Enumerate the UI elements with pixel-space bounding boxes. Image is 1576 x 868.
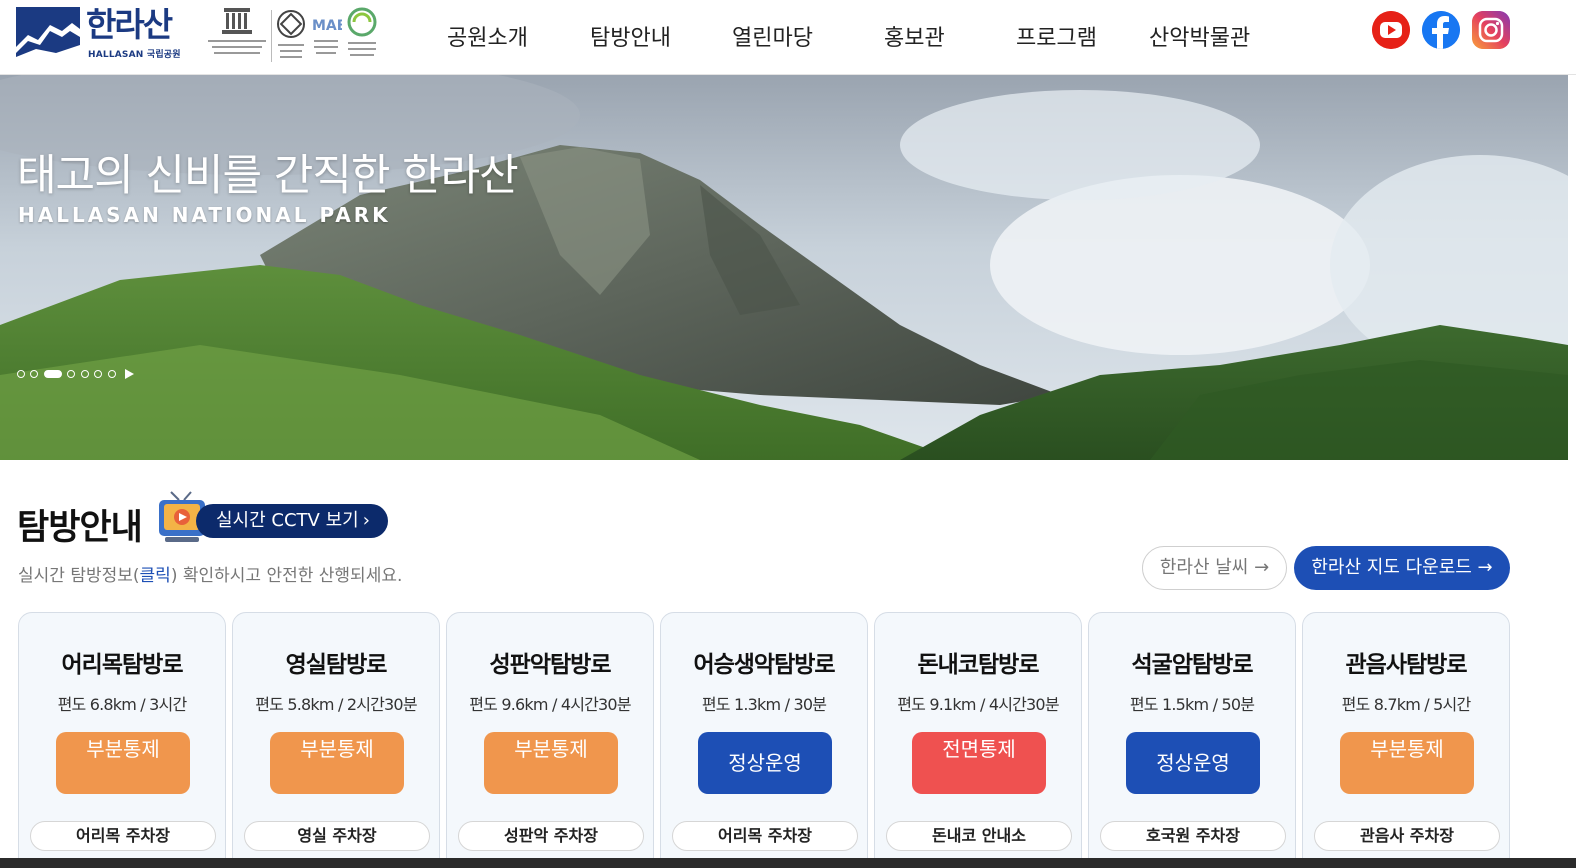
slide-dot[interactable]: [30, 370, 38, 378]
youtube-icon[interactable]: [1372, 11, 1410, 49]
desc-text-end: ) 확인하시고 안전한 산행되세요.: [170, 566, 403, 586]
site-header: 한라산 HALLASAN 국립공원 MAB: [0, 0, 1576, 75]
slide-dot[interactable]: [108, 370, 116, 378]
certification-emblems: MAB: [204, 4, 380, 68]
slide-dot[interactable]: [94, 370, 102, 378]
trail-info: 편도 6.8km / 3시간: [57, 695, 188, 714]
global-geopark-icon: [347, 7, 377, 56]
trail-name: 관음사탐방로: [1345, 652, 1468, 678]
hero-subtitle: HALLASAN NATIONAL PARK: [18, 203, 391, 227]
trail-card: 어리목탐방로 편도 6.8km / 3시간 부분통제 어리목 주차장: [18, 612, 226, 868]
trail-name: 어리목탐방로: [61, 652, 184, 678]
biosphere-reserve-icon: MAB: [312, 18, 342, 54]
chevron-right-icon: ›: [362, 510, 370, 531]
trail-card: 영실탐방로 편도 5.8km / 2시간30분 부분통제 영실 주차장: [232, 612, 440, 868]
trail-status-badge[interactable]: 정상운영: [698, 732, 832, 794]
trail-card: 관음사탐방로 편도 8.7km / 5시간 부분통제 관음사 주차장: [1302, 612, 1510, 868]
page-edge: [1568, 75, 1576, 858]
info-click-link[interactable]: 클릭: [140, 566, 171, 586]
logo-subtitle: HALLASAN 국립공원: [88, 50, 181, 60]
hero-banner: 태고의 신비를 간직한 한라산 HALLASAN NATIONAL PARK: [0, 75, 1568, 460]
unesco-heritage-icon: [208, 8, 266, 54]
instagram-icon[interactable]: [1472, 11, 1510, 49]
slide-dot-active[interactable]: [44, 370, 62, 378]
mountain-logo-icon: [16, 7, 80, 61]
trail-info: 편도 9.1km / 4시간30분: [897, 695, 1059, 714]
trail-name: 영실탐방로: [285, 652, 388, 678]
trail-info: 편도 8.7km / 5시간: [1341, 695, 1472, 714]
parking-button[interactable]: 호국원 주차장: [1100, 821, 1286, 851]
trail-status-badge[interactable]: 부분통제: [484, 732, 618, 794]
parking-button[interactable]: 어리목 주차장: [672, 821, 858, 851]
cctv-button[interactable]: 실시간 CCTV 보기 ›: [196, 504, 388, 538]
trail-status-badge[interactable]: 부분통제: [270, 732, 404, 794]
parking-button[interactable]: 영실 주차장: [244, 821, 430, 851]
cctv-button-label: 실시간 CCTV 보기: [216, 510, 359, 531]
trail-name: 석굴암탐방로: [1131, 652, 1254, 678]
slide-dot[interactable]: [81, 370, 89, 378]
desc-text: 실시간 탐방정보(: [18, 566, 140, 586]
trail-name: 돈내코탐방로: [917, 652, 1040, 678]
trail-card: 석굴암탐방로 편도 1.5km / 50분 정상운영 호국원 주차장: [1088, 612, 1296, 868]
trail-status-badge[interactable]: 전면통제: [912, 732, 1046, 794]
trail-info: 편도 1.3km / 30분: [701, 695, 827, 714]
slide-dot[interactable]: [17, 370, 25, 378]
slide-dot[interactable]: [67, 370, 75, 378]
parking-button[interactable]: 성판악 주차장: [458, 821, 644, 851]
trail-status-badge[interactable]: 정상운영: [1126, 732, 1260, 794]
section-description: 실시간 탐방정보(클릭) 확인하시고 안전한 산행되세요.: [18, 561, 402, 586]
trail-info: 편도 9.6km / 4시간30분: [469, 695, 631, 714]
svg-text:MAB: MAB: [312, 18, 342, 34]
parking-button[interactable]: 어리목 주차장: [30, 821, 216, 851]
trail-name: 어승생악탐방로: [693, 652, 835, 678]
logo-hangul-text: 한라산: [86, 5, 173, 44]
trail-info: 편도 5.8km / 2시간30분: [255, 695, 417, 714]
nav-pr-hall[interactable]: 홍보관: [884, 20, 945, 52]
trail-card: 돈내코탐방로 편도 9.1km / 4시간30분 전면통제 돈내코 안내소: [874, 612, 1082, 868]
hallasan-logo[interactable]: 한라산 HALLASAN 국립공원: [16, 5, 196, 61]
trail-card: 어승생악탐방로 편도 1.3km / 30분 정상운영 어리목 주차장: [660, 612, 868, 868]
weather-button[interactable]: 한라산 날씨 →: [1142, 546, 1287, 590]
emblem-divider: [271, 10, 272, 62]
map-download-button[interactable]: 한라산 지도 다운로드 →: [1294, 546, 1510, 590]
bottom-edge-bar: [0, 858, 1576, 868]
facebook-icon[interactable]: [1422, 11, 1460, 49]
trail-card: 성판악탐방로 편도 9.6km / 4시간30분 부분통제 성판악 주차장: [446, 612, 654, 868]
nav-mountain-museum[interactable]: 산악박물관: [1149, 20, 1250, 52]
world-heritage-icon: [277, 10, 305, 58]
trail-status-badge[interactable]: 부분통제: [1340, 732, 1474, 794]
nav-programs[interactable]: 프로그램: [1016, 20, 1097, 52]
hero-title: 태고의 신비를 간직한 한라산: [17, 151, 519, 201]
trail-status-badge[interactable]: 부분통제: [56, 732, 190, 794]
parking-button[interactable]: 돈내코 안내소: [886, 821, 1072, 851]
hallasan-landscape-image: [0, 75, 1568, 460]
trail-name: 성판악탐방로: [489, 652, 612, 678]
nav-park-intro[interactable]: 공원소개: [447, 20, 528, 52]
slide-play-icon[interactable]: [125, 369, 134, 379]
parking-button[interactable]: 관음사 주차장: [1314, 821, 1500, 851]
trail-info: 편도 1.5km / 50분: [1129, 695, 1255, 714]
nav-visit-guide[interactable]: 탐방안내: [590, 20, 671, 52]
nav-open-forum[interactable]: 열린마당: [732, 20, 813, 52]
section-title: 탐방안내: [17, 508, 143, 548]
